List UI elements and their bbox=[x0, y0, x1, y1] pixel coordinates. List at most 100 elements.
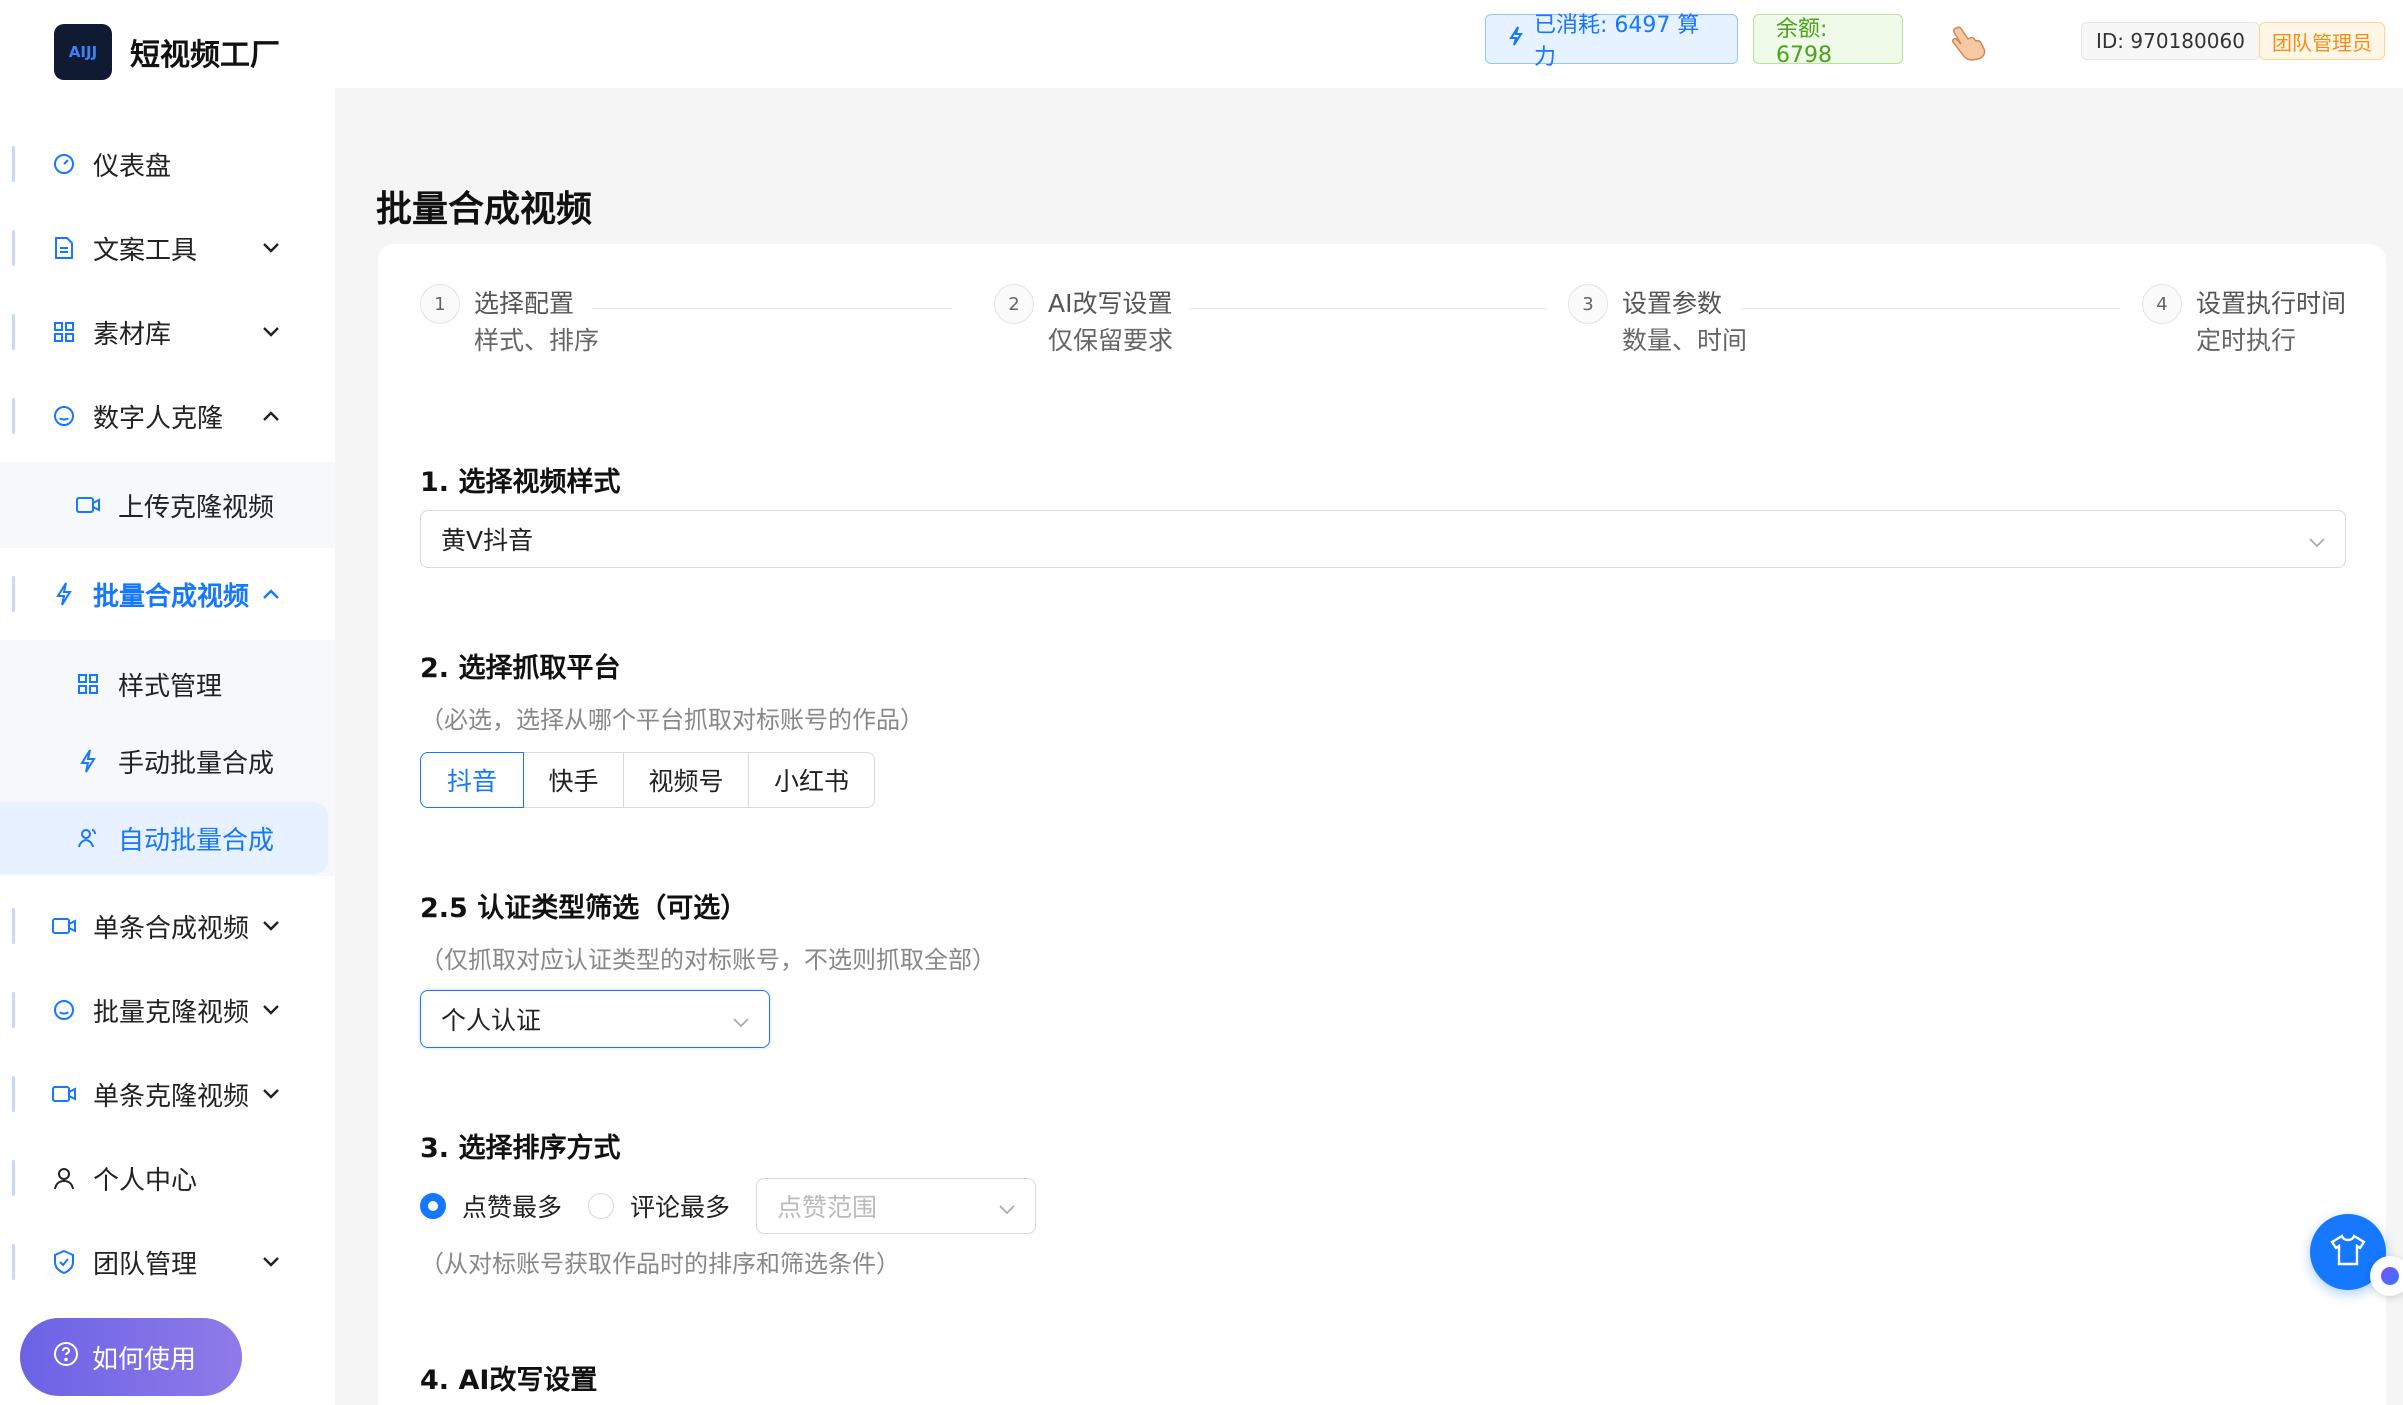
sidebar-subitem-auto-batch[interactable]: 自动批量合成 bbox=[0, 802, 328, 874]
form-card: 1 选择配置 样式、排序 2 AI改写设置 仅保留要求 3 设置参数 数量、时间… bbox=[378, 244, 2386, 1405]
platform-option-xiaohongshu[interactable]: 小红书 bbox=[748, 752, 875, 808]
section-title-sort: 3. 选择排序方式 bbox=[420, 1133, 621, 1164]
step-1: 1 选择配置 样式、排序 bbox=[420, 284, 599, 360]
brand-logo-text: AIJJ bbox=[68, 43, 98, 61]
step-2: 2 AI改写设置 仅保留要求 bbox=[994, 284, 1173, 360]
step-number: 2 bbox=[994, 284, 1034, 324]
chevron-down-icon bbox=[731, 1009, 751, 1038]
platform-hint: （必选，选择从哪个平台抓取对标账号的作品） bbox=[420, 706, 924, 734]
sidebar-item-label: 数字人克隆 bbox=[93, 403, 224, 434]
menu-indicator bbox=[12, 908, 15, 944]
step-3: 3 设置参数 数量、时间 bbox=[1568, 284, 1747, 360]
balance-badge[interactable]: 余额: 6798 bbox=[1753, 14, 1903, 68]
sidebar-item-team[interactable]: 团队管理 bbox=[0, 1220, 335, 1304]
chevron-down-icon bbox=[258, 913, 284, 939]
smile-icon bbox=[51, 997, 77, 1023]
video-camera-icon bbox=[75, 492, 101, 518]
sidebar-item-single-compose[interactable]: 单条合成视频 bbox=[0, 884, 335, 968]
sidebar-item-materials[interactable]: 素材库 bbox=[0, 290, 335, 374]
sidebar-item-batch-clone[interactable]: 批量克隆视频 bbox=[0, 968, 335, 1052]
platform-segmented: 抖音 快手 视频号 小红书 bbox=[420, 752, 875, 808]
menu-indicator bbox=[12, 576, 15, 612]
gauge-icon bbox=[51, 151, 77, 177]
sidebar-item-label: 个人中心 bbox=[93, 1165, 198, 1196]
sort-option-most-likes[interactable]: 点赞最多 bbox=[420, 1188, 562, 1224]
step-title: 设置执行时间 bbox=[2196, 289, 2347, 318]
shield-icon bbox=[51, 1249, 77, 1275]
platform-option-shipinhao[interactable]: 视频号 bbox=[623, 752, 749, 808]
step-desc: 数量、时间 bbox=[1622, 326, 1748, 355]
sidebar-item-label: 文案工具 bbox=[93, 235, 198, 266]
chevron-down-icon bbox=[2307, 529, 2327, 558]
power-used-badge[interactable]: 已消耗: 6497 算力 bbox=[1485, 13, 1738, 70]
lightning-icon bbox=[75, 748, 101, 774]
help-button[interactable]: 如何使用 bbox=[20, 1318, 242, 1396]
brand[interactable]: AIJJ 短视频工厂 bbox=[54, 24, 280, 80]
balance-text: 余额: 6798 bbox=[1776, 16, 1832, 68]
step-number: 3 bbox=[1568, 284, 1608, 324]
step-desc: 仅保留要求 bbox=[1048, 326, 1174, 355]
sidebar-item-dashboard[interactable]: 仪表盘 bbox=[0, 122, 335, 206]
power-used-text: 已消耗: 6497 算力 bbox=[1534, 13, 1700, 70]
sidebar-subitem-upload-clone[interactable]: 上传克隆视频 bbox=[0, 469, 335, 541]
section-title-ai-rewrite: 4. AI改写设置 bbox=[420, 1365, 598, 1396]
help-button-label: 如何使用 bbox=[92, 1344, 197, 1375]
menu-indicator bbox=[12, 1076, 15, 1112]
chevron-down-icon bbox=[258, 1081, 284, 1107]
radio-dot bbox=[420, 1193, 446, 1219]
sidebar-item-profile[interactable]: 个人中心 bbox=[0, 1136, 335, 1220]
sidebar-item-label: 仪表盘 bbox=[93, 151, 172, 182]
assistant-icon bbox=[2381, 1267, 2399, 1285]
sidebar-subitem-manual-batch[interactable]: 手动批量合成 bbox=[0, 725, 335, 797]
step-connector bbox=[1742, 308, 2120, 309]
menu-indicator bbox=[12, 314, 15, 350]
role-text: 团队管理员 bbox=[2272, 30, 2372, 55]
sidebar-item-batch-compose[interactable]: 批量合成视频 bbox=[0, 552, 335, 636]
brand-name: 短视频工厂 bbox=[130, 38, 280, 73]
sidebar-subitem-label: 自动批量合成 bbox=[118, 825, 275, 856]
app-root: AIJJ 短视频工厂 仪表盘 文案工具 素材库 数字人克隆 上传克隆视频 批量合… bbox=[0, 0, 2403, 1405]
menu-indicator bbox=[12, 992, 15, 1028]
section-title-video-style: 1. 选择视频样式 bbox=[420, 467, 621, 498]
brand-logo: AIJJ bbox=[54, 24, 112, 80]
chevron-down-icon bbox=[258, 1249, 284, 1275]
sort-option-most-comments[interactable]: 评论最多 bbox=[588, 1188, 730, 1224]
sidebar-item-label: 团队管理 bbox=[93, 1249, 198, 1280]
sidebar-item-label: 单条克隆视频 bbox=[93, 1081, 250, 1112]
video-camera-icon bbox=[51, 913, 77, 939]
section-title-auth-filter: 2.5 认证类型筛选（可选） bbox=[420, 893, 748, 924]
menu-indicator bbox=[12, 230, 15, 266]
menu-indicator bbox=[12, 146, 15, 182]
menu-indicator bbox=[12, 1244, 15, 1280]
step-desc: 样式、排序 bbox=[474, 326, 600, 355]
video-style-select[interactable]: 黄V抖音 bbox=[420, 510, 2346, 568]
assistant-float-button[interactable] bbox=[2370, 1256, 2403, 1296]
step-4: 4 设置执行时间 定时执行 bbox=[2142, 284, 2346, 360]
shirt-icon bbox=[2329, 1233, 2367, 1271]
grid-icon bbox=[75, 671, 101, 697]
sidebar-subitem-style-manage[interactable]: 样式管理 bbox=[0, 648, 335, 720]
radio-label: 点赞最多 bbox=[462, 1193, 563, 1222]
sort-hint: （从对标账号获取作品时的排序和筛选条件） bbox=[420, 1250, 900, 1278]
chevron-up-icon bbox=[258, 403, 284, 429]
pointing-hand-icon[interactable] bbox=[1947, 20, 1989, 62]
platform-option-kuaishou[interactable]: 快手 bbox=[523, 752, 624, 808]
chevron-down-icon bbox=[997, 1196, 1017, 1225]
sidebar-item-label: 批量克隆视频 bbox=[93, 997, 250, 1028]
sidebar-item-digital-clone[interactable]: 数字人克隆 bbox=[0, 374, 335, 458]
radio-dot bbox=[588, 1193, 615, 1219]
auth-type-select[interactable]: 个人认证 bbox=[420, 990, 770, 1048]
chevron-up-icon bbox=[258, 581, 284, 607]
sidebar-item-copy-tools[interactable]: 文案工具 bbox=[0, 206, 335, 290]
likes-range-select[interactable]: 点赞范围 bbox=[756, 1178, 1037, 1234]
section-title-platform: 2. 选择抓取平台 bbox=[420, 653, 621, 684]
chevron-down-icon bbox=[258, 319, 284, 345]
document-icon bbox=[51, 235, 77, 261]
sidebar-item-single-clone[interactable]: 单条克隆视频 bbox=[0, 1052, 335, 1136]
batch-submenu: 样式管理 手动批量合成 自动批量合成 bbox=[0, 640, 335, 876]
step-connector bbox=[1190, 308, 1546, 309]
platform-option-douyin[interactable]: 抖音 bbox=[420, 752, 524, 808]
user-id-text: ID: 970180060 bbox=[2096, 29, 2245, 53]
sidebar-item-label: 批量合成视频 bbox=[93, 581, 250, 612]
step-number: 4 bbox=[2142, 284, 2182, 324]
